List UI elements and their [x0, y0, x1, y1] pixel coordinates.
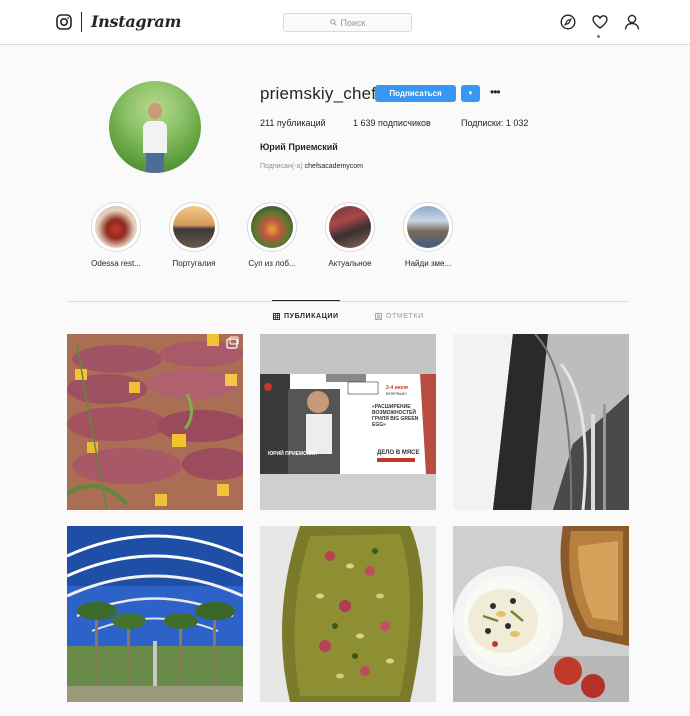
post-tart[interactable]: [260, 526, 436, 702]
followed-by-prefix: Подписан(-а): [260, 163, 303, 170]
highlight-cover: [95, 206, 137, 248]
highlight-cover: [251, 206, 293, 248]
post-duck-carpaccio[interactable]: [67, 334, 243, 510]
suggested-accounts-button[interactable]: ▼: [461, 85, 480, 102]
highlight-cover: [329, 206, 371, 248]
highlight-label: Португалия: [172, 259, 216, 268]
profile-full-name: Юрий Приемский: [260, 142, 338, 152]
top-nav-bar: Instagram Поиск: [0, 0, 690, 45]
search-input[interactable]: Поиск: [283, 13, 412, 32]
highlight-label: Суп из лоб...: [248, 259, 296, 268]
highlight-snake[interactable]: Найди зме...: [388, 202, 468, 268]
profile-avatar[interactable]: [109, 81, 201, 173]
tab-tagged-label: ОТМЕТКИ: [386, 313, 424, 320]
tagged-icon: [375, 313, 382, 320]
post-event-poster[interactable]: ЮРИЙ ПРИЕМСКИЙ 2-4 июля ВПЕРВЫЕ! «РАСШИР…: [260, 334, 436, 510]
highlight-odessa[interactable]: Odessa rest...: [76, 202, 156, 268]
tabs-divider: [67, 301, 629, 302]
search-icon: [329, 19, 337, 26]
highlight-actual[interactable]: Актуальное: [310, 202, 390, 268]
poster-topic: ДЕЛО В МЯСЕ: [377, 450, 419, 456]
explore-compass-icon[interactable]: [560, 14, 576, 30]
search-placeholder: Поиск: [340, 17, 366, 28]
poster-headline: «РАСШИРЕНИЕ ВОЗМОЖНОСТЕЙ ГРИЛЯ BIG GREEN…: [372, 404, 419, 428]
tab-posts-label: ПУБЛИКАЦИИ: [284, 313, 339, 320]
highlight-cover: [173, 206, 215, 248]
highlight-label: Odessa rest...: [91, 259, 141, 268]
post-staircase[interactable]: [453, 334, 629, 510]
tab-tagged[interactable]: ОТМЕТКИ: [375, 313, 424, 320]
notification-dot: [597, 35, 600, 38]
more-options-icon[interactable]: •••: [490, 85, 501, 99]
highlight-soup[interactable]: Суп из лоб...: [232, 202, 312, 268]
logo-divider: [81, 12, 82, 32]
instagram-glyph-icon[interactable]: [56, 14, 72, 30]
highlight-label: Найди зме...: [404, 259, 452, 268]
poster-chef-name: ЮРИЙ ПРИЕМСКИЙ: [268, 449, 317, 457]
grid-icon: [273, 313, 280, 320]
followed-by-account-link[interactable]: chefsacademycom: [305, 163, 363, 170]
highlight-label: Актуальное: [328, 259, 372, 268]
activity-heart-icon[interactable]: [592, 14, 608, 30]
post-palm-arcade[interactable]: [67, 526, 243, 702]
highlight-cover: [407, 206, 449, 248]
followers-count[interactable]: 1 639 подписчиков: [353, 118, 431, 128]
posts-count: 211 публикаций: [260, 118, 326, 128]
following-count[interactable]: Подписки: 1 032: [461, 118, 528, 128]
post-dip-toast[interactable]: [453, 526, 629, 702]
profile-person-icon[interactable]: [624, 14, 640, 30]
follow-button[interactable]: Подписаться: [375, 85, 456, 102]
profile-username: priemskiy_chef: [260, 84, 377, 103]
followed-by-line: Подписан(-а) chefsacademycom: [260, 163, 363, 170]
active-tab-indicator: [272, 300, 340, 301]
poster-tag: ВПЕРВЫЕ!: [386, 391, 407, 396]
instagram-wordmark[interactable]: Instagram: [91, 12, 181, 31]
caret-down-icon: ▼: [467, 90, 474, 97]
tab-posts[interactable]: ПУБЛИКАЦИИ: [273, 313, 339, 320]
highlight-portugal[interactable]: Португалия: [154, 202, 234, 268]
